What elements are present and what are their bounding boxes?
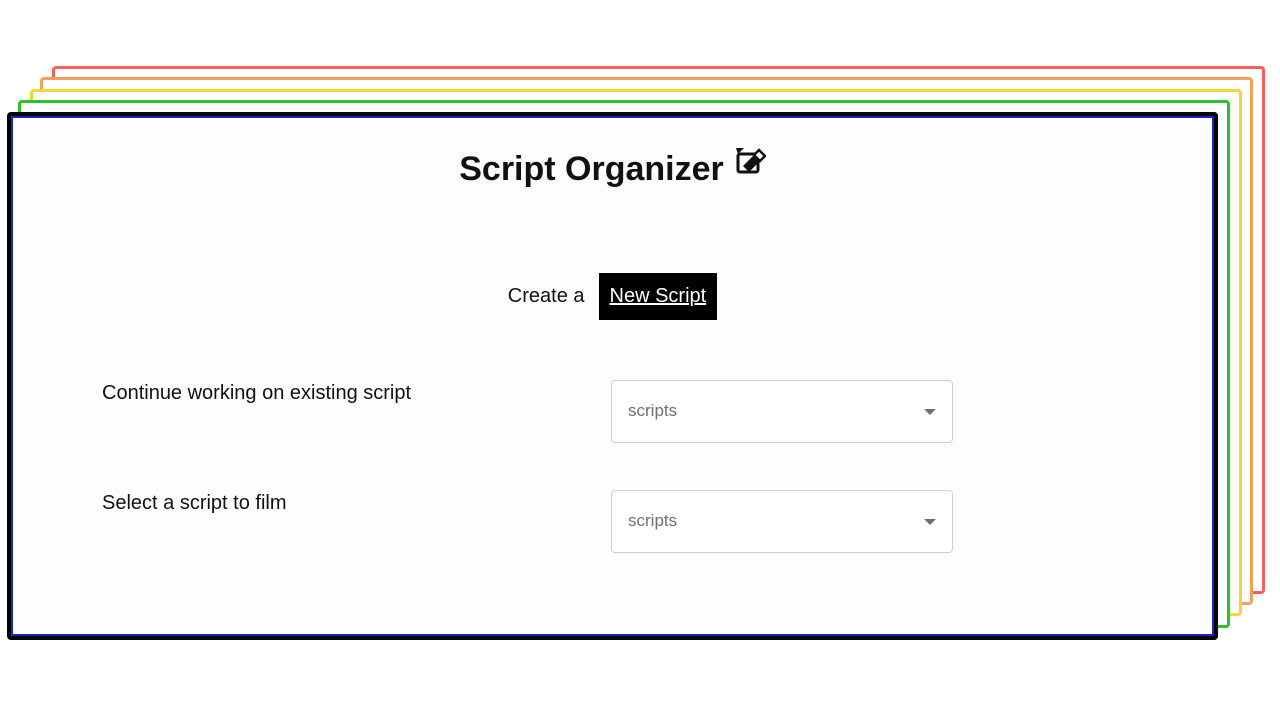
continue-script-select-placeholder: scripts	[628, 401, 678, 420]
page-title-container: Script Organizer	[11, 148, 1214, 189]
page-title: Script Organizer	[459, 150, 724, 188]
create-prefix-text: Create a	[507, 285, 585, 307]
film-script-select-placeholder: scripts	[628, 511, 678, 530]
film-script-label: Select a script to film	[102, 492, 287, 514]
continue-script-label: Continue working on existing script	[102, 382, 412, 404]
chevron-down-icon	[924, 519, 936, 525]
create-new-script-row: Create a New Script	[11, 273, 1214, 320]
film-script-select[interactable]: scripts	[611, 490, 953, 553]
continue-script-select[interactable]: scripts	[611, 380, 953, 443]
new-script-button[interactable]: New Script	[598, 273, 718, 320]
main-card: Script Organizer Create a New Script Con…	[7, 112, 1218, 640]
chevron-down-icon	[924, 409, 936, 415]
edit-document-icon	[734, 146, 767, 185]
